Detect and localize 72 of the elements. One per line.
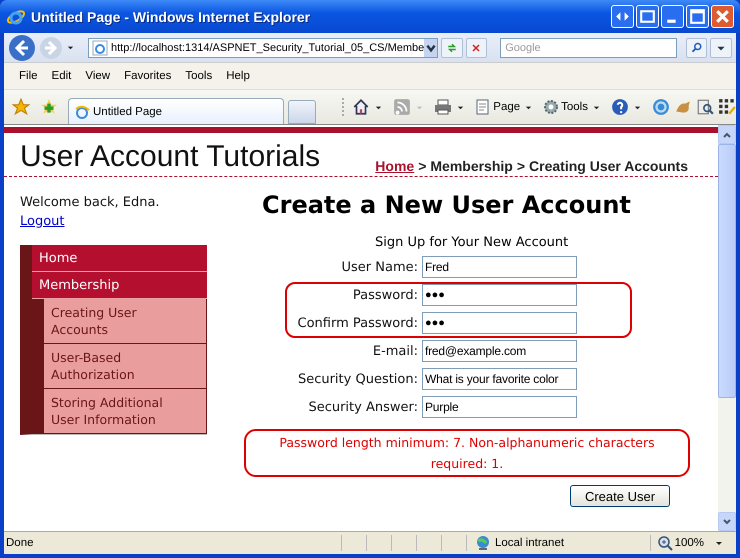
browser-logo-icon: [74, 104, 90, 120]
menu-item[interactable]: Help: [226, 70, 250, 82]
maximize-icon[interactable]: [686, 5, 709, 28]
input-field[interactable]: Fred: [422, 256, 577, 278]
welcome-text: Welcome back, Edna.: [20, 195, 161, 210]
zoom-control[interactable]: 100%: [650, 535, 704, 551]
nav-subitem[interactable]: User-Based Authorization: [44, 344, 207, 389]
help-icon[interactable]: [611, 98, 629, 116]
form-caption: Sign Up for Your New Account: [375, 235, 570, 252]
gear-icon: [543, 99, 560, 115]
window-icon[interactable]: [636, 5, 659, 28]
dropdown-icon[interactable]: [424, 38, 437, 56]
logout-link[interactable]: Logout: [20, 214, 65, 229]
breadcrumb-link[interactable]: Home: [375, 158, 414, 174]
menu-item[interactable]: Tools: [185, 70, 212, 82]
minimize-icon[interactable]: [661, 5, 684, 28]
zoom-icon: [656, 535, 673, 551]
input-field[interactable]: ●●●: [422, 284, 577, 306]
field-label: Security Question:: [296, 372, 419, 386]
swap-icon[interactable]: [611, 5, 634, 28]
add-star-icon[interactable]: [40, 98, 58, 116]
browser-tab[interactable]: Untitled Page: [68, 98, 284, 124]
nav-subitem[interactable]: Creating User Accounts: [44, 299, 207, 344]
breadcrumb-item: Creating User Accounts: [529, 158, 688, 174]
input-field[interactable]: What is your favorite color: [422, 368, 577, 390]
create-user-button[interactable]: Create User: [570, 485, 670, 507]
field-label: Confirm Password:: [296, 316, 419, 330]
input-field[interactable]: fred@example.com: [422, 340, 577, 362]
page-menu[interactable]: Page: [475, 99, 520, 115]
menu-item[interactable]: Edit: [52, 70, 72, 82]
tools-menu[interactable]: Tools: [543, 99, 588, 115]
address-field[interactable]: http://localhost:1314/ASPNET_Security_Tutorial_05_CS/Membe: [88, 38, 438, 58]
status-text: Done: [5, 537, 34, 549]
stop-icon[interactable]: [466, 38, 488, 58]
research-icon[interactable]: [696, 98, 714, 116]
scrollbar[interactable]: [718, 125, 736, 531]
scroll-up-icon[interactable]: [718, 125, 736, 144]
breadcrumb-item: Membership: [430, 158, 513, 174]
field-label: E-mail:: [372, 344, 419, 358]
nav-subitem[interactable]: Storing Additional User Information: [44, 389, 207, 434]
globe-icon: [475, 535, 491, 551]
field-label: Password:: [352, 288, 419, 302]
scroll-down-icon[interactable]: [718, 512, 736, 531]
close-icon[interactable]: [711, 5, 734, 28]
input-field[interactable]: Purple: [422, 396, 577, 418]
field-label: User Name:: [340, 260, 419, 274]
caret-icon[interactable]: [710, 38, 732, 58]
star-icon[interactable]: [12, 98, 30, 116]
search-field[interactable]: Google: [500, 38, 677, 58]
grid-icon[interactable]: [718, 98, 736, 116]
scroll-thumb[interactable]: [718, 144, 736, 398]
nav-item[interactable]: Home: [32, 245, 207, 272]
page-icon: [92, 40, 108, 56]
search-icon[interactable]: [686, 38, 708, 58]
window-title: Untitled Page - Windows Internet Explorer: [31, 8, 312, 24]
globe-icon[interactable]: [652, 98, 670, 116]
print-icon[interactable]: [434, 98, 452, 116]
error-message: Password length minimum: 7. Non-alphanumeric characters required: 1.: [278, 434, 656, 473]
breadcrumb-separator: >: [418, 158, 426, 174]
menu-item[interactable]: View: [85, 70, 110, 82]
field-label: Security Answer:: [307, 400, 419, 414]
zone-label: Local intranet: [495, 537, 564, 549]
page-icon: [475, 99, 492, 115]
menu-item[interactable]: Favorites: [124, 70, 172, 82]
input-field[interactable]: ●●●: [422, 312, 577, 334]
breadcrumb-separator: >: [516, 158, 526, 174]
nav-item[interactable]: Membership: [32, 272, 207, 299]
menu-item[interactable]: File: [19, 70, 38, 82]
back-icon[interactable]: [8, 34, 36, 62]
page-heading: Create a New User Account: [262, 191, 632, 219]
home-icon[interactable]: [352, 98, 370, 116]
site-title: User Account Tutorials: [20, 140, 320, 174]
